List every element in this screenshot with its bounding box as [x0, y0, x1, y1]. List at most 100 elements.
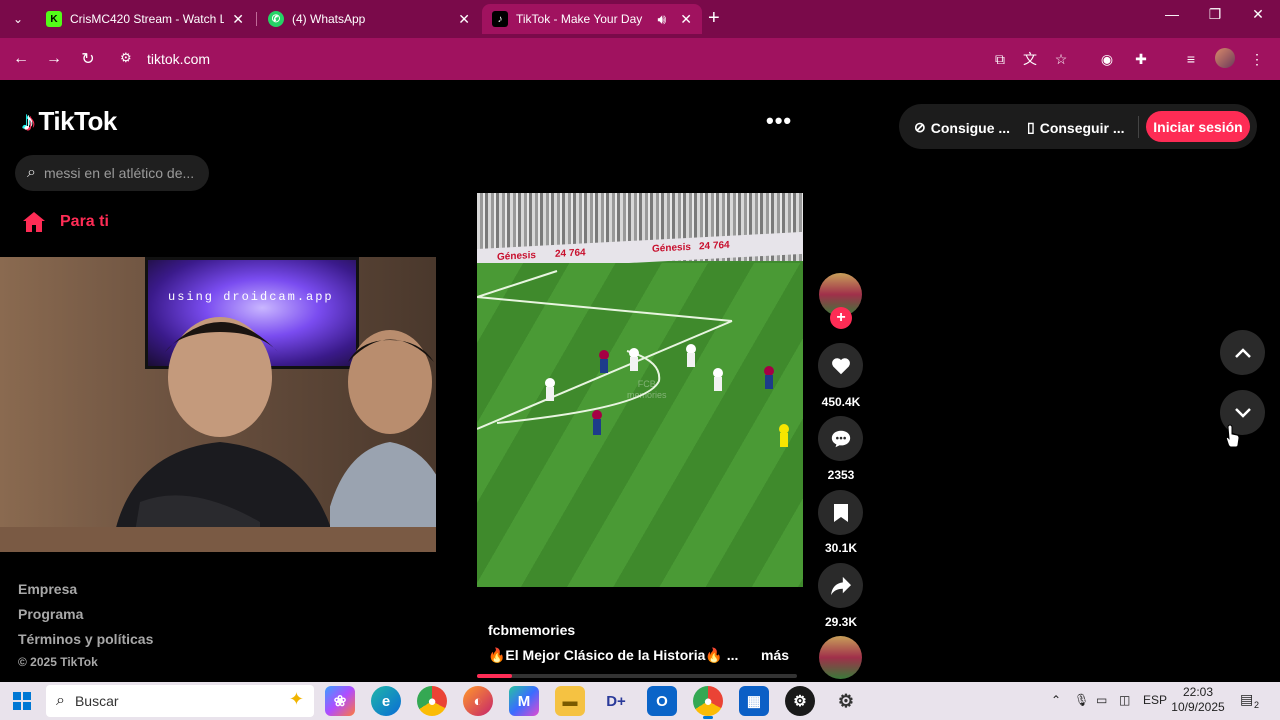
comment-button[interactable] [818, 416, 863, 461]
heart-icon [831, 357, 850, 374]
taskbar-search-label: Buscar [74, 693, 119, 709]
home-icon [23, 212, 45, 232]
search-icon[interactable]: ⌕ [27, 164, 36, 182]
video-username[interactable]: fcbmemories [488, 622, 575, 638]
webcam-overlay: using droidcam.app [0, 257, 436, 552]
install-app-icon[interactable]: ⧉ [990, 49, 1010, 69]
video-progress-fill [477, 674, 513, 678]
search-box[interactable]: ⌕ [15, 155, 209, 191]
tiktok-note-icon: ♪ [22, 106, 35, 136]
tab-search-chevron-icon[interactable]: ⌄ [6, 7, 30, 31]
forward-icon[interactable]: → [43, 48, 65, 70]
hand-cursor-icon [1226, 424, 1240, 448]
copilot-icon[interactable]: ❀ [325, 686, 355, 716]
speaker-icon[interactable]: 🔊︎ [657, 11, 666, 28]
chevron-up-icon [1234, 347, 1251, 358]
coin-icon: ⊘ [914, 119, 926, 135]
previous-video-button[interactable] [1220, 330, 1265, 375]
chrome-icon[interactable]: ● [417, 686, 447, 716]
footer-copyright: © 2025 TikTok [18, 655, 98, 669]
footer-program[interactable]: Programa [18, 606, 83, 622]
like-button[interactable] [818, 343, 863, 388]
close-tab-icon[interactable]: ✕ [458, 11, 470, 28]
get-app-button[interactable]: ▯ Conseguir ... [1027, 119, 1125, 136]
nav-for-you-label: Para ti [60, 213, 109, 230]
back-icon[interactable]: ← [10, 48, 32, 70]
get-app-label: Conseguir ... [1039, 119, 1125, 136]
steam-icon[interactable]: ⚙︎ [785, 686, 815, 716]
clock-date: 10/9/2025 [1171, 700, 1225, 714]
close-window-icon[interactable]: ✕ [1236, 6, 1280, 23]
browser-app-icon[interactable]: ◐ [463, 686, 493, 716]
battery-icon[interactable]: ▭ [1096, 693, 1107, 707]
share-button[interactable] [818, 563, 863, 608]
tab-crismc420[interactable]: K CrisMC420 Stream - Watch Live ✕ [36, 4, 254, 34]
kick-icon: K [46, 11, 62, 27]
bookmark-icon [833, 503, 848, 522]
tab-tiktok[interactable]: ♪ TikTok - Make Your Day 🔊︎ ✕ [482, 4, 702, 34]
language-indicator[interactable]: ESP [1143, 693, 1167, 707]
microphone-icon[interactable]: 🎙︎ [1074, 693, 1089, 707]
footer-company[interactable]: Empresa [18, 581, 77, 597]
browser-tab-bar: ⌄ K CrisMC420 Stream - Watch Live ✕ ✆ (4… [0, 0, 1280, 38]
file-explorer-icon[interactable]: ▬ [555, 686, 585, 716]
microsoft365-icon[interactable]: M [509, 686, 539, 716]
bookmark-star-icon[interactable]: ☆ [1051, 49, 1071, 69]
disney-plus-icon[interactable]: D+ [601, 686, 631, 716]
sparkle-icon: ✦ [288, 689, 304, 709]
tab-whatsapp[interactable]: ✆ (4) WhatsApp ✕ [258, 4, 480, 34]
new-tab-button[interactable]: + [708, 8, 720, 28]
notification-count: 2 [1254, 700, 1260, 710]
profile-avatar[interactable] [1215, 48, 1235, 68]
more-button[interactable]: más [761, 647, 789, 663]
login-button[interactable]: Iniciar sesión [1146, 111, 1250, 142]
extensions-puzzle-icon[interactable]: ✚ [1131, 49, 1151, 69]
webcam-person-2 [330, 330, 436, 552]
taskbar-search[interactable]: ⌕ Buscar ✦ [46, 685, 314, 717]
next-video-avatar[interactable] [819, 636, 862, 679]
windows-start-icon[interactable] [13, 692, 31, 710]
footer-terms[interactable]: Términos y políticas [18, 631, 153, 647]
tab-title: CrisMC420 Stream - Watch Live [70, 12, 225, 26]
settings-icon[interactable]: ⚙ [831, 686, 861, 716]
more-options-icon[interactable]: ••• [766, 108, 792, 134]
video-progress-bar[interactable] [477, 674, 797, 678]
outlook-icon[interactable]: O [647, 686, 677, 716]
tiktok-logo[interactable]: ♪ TikTok [22, 106, 117, 137]
nav-for-you[interactable]: Para ti [22, 210, 109, 234]
more-menu-icon[interactable]: ⋮ [1247, 49, 1267, 69]
close-tab-icon[interactable]: ✕ [232, 11, 244, 28]
save-count: 30.1K [824, 541, 858, 555]
translate-icon[interactable]: 文 [1020, 49, 1040, 69]
share-count: 29.3K [824, 615, 858, 629]
tray-chevron-up-icon[interactable]: ⌃ [1051, 693, 1061, 707]
comment-icon [831, 430, 850, 447]
close-tab-icon[interactable]: ✕ [680, 11, 692, 28]
restore-icon[interactable]: ❐ [1193, 6, 1237, 23]
follow-plus-icon[interactable]: + [830, 307, 852, 329]
get-coins-label: Consigue ... [930, 119, 1011, 136]
chrome-active-icon[interactable]: ● [693, 686, 723, 719]
network-icon[interactable]: ◫ [1119, 693, 1130, 707]
minimize-icon[interactable]: — [1150, 6, 1194, 22]
top-divider [1138, 116, 1139, 138]
extension-brain-icon[interactable]: ◉ [1097, 49, 1117, 69]
comment-count: 2353 [827, 468, 855, 482]
video-player[interactable]: Génesis 24 764 Génesis 24 764 FCB memorie… [477, 193, 803, 587]
whatsapp-icon: ✆ [268, 11, 284, 27]
edge-icon[interactable]: e [371, 686, 401, 716]
microsoft-store-icon[interactable]: ▦ [739, 686, 769, 716]
reload-icon[interactable]: ↻ [77, 48, 99, 70]
system-clock[interactable]: 22:03 10/9/2025 [1170, 685, 1226, 715]
get-coins-button[interactable]: ⊘ Consigue ... [914, 119, 1010, 136]
notifications-icon[interactable]: ▤ [1240, 691, 1253, 708]
search-input[interactable] [43, 165, 194, 181]
media-control-icon[interactable]: ≡ [1181, 49, 1201, 69]
like-count: 450.4K [821, 395, 861, 409]
video-description: 🔥El Mejor Clásico de la Historia🔥 ... [488, 647, 739, 663]
search-icon: ⌕ [56, 692, 65, 709]
save-button[interactable] [818, 490, 863, 535]
address-bar[interactable]: tiktok.com [147, 51, 210, 67]
tab-title: (4) WhatsApp [292, 12, 366, 26]
site-settings-icon[interactable]: ⚙︎ [120, 50, 132, 66]
